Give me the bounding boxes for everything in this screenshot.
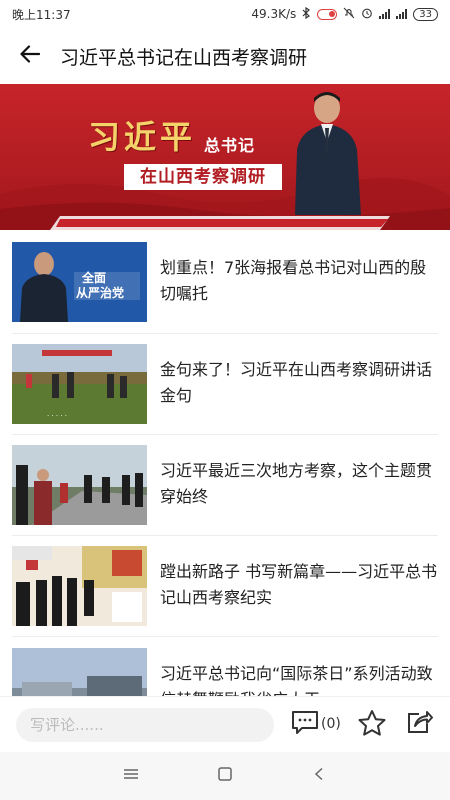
- status-icons: 49.3K/s 33: [251, 6, 438, 22]
- article-thumbnail: · · · · ·: [12, 344, 147, 424]
- article-title: 金句来了！习近平在山西考察调研讲话金句: [160, 360, 433, 405]
- favorite-button[interactable]: [357, 709, 387, 741]
- article-title: 习近平最近三次地方考察，这个主题贯穿始终: [160, 461, 433, 506]
- bluetooth-icon: [302, 6, 311, 22]
- recent-apps-button[interactable]: [123, 766, 139, 785]
- system-back-button[interactable]: [313, 766, 325, 785]
- article-title: 习近平总书记向“国际茶日”系列活动致信赫舞鞭励我省广大干: [160, 663, 433, 697]
- banner-rank: 总书记: [204, 136, 256, 155]
- share-icon: [405, 711, 433, 739]
- banner-subtitle: 在山西考察调研: [124, 164, 282, 190]
- system-nav-bar: [0, 752, 450, 800]
- comment-bar: 写评论...... (0): [0, 696, 450, 752]
- network-speed: 49.3K/s: [251, 7, 297, 21]
- leader-figure: [295, 92, 361, 215]
- arrow-left-icon: [20, 45, 41, 67]
- topic-banner: 习近平 总书记 在山西考察调研: [0, 84, 450, 230]
- article-thumbnail: [12, 445, 147, 525]
- star-icon: [357, 710, 387, 741]
- list-item[interactable]: 习近平总书记向“国际茶日”系列活动致信赫舞鞭励我省广大干: [12, 637, 438, 696]
- status-time: 晚上11:37: [12, 7, 71, 22]
- comment-icon: [290, 709, 320, 739]
- list-item[interactable]: 全面 从严治党 划重点！7张海报看总书记对山西的殷切嘱托: [12, 230, 438, 334]
- banner-name: 习近平: [88, 118, 197, 156]
- toggle-indicator-icon: [317, 8, 338, 20]
- page-title: 习近平总书记在山西考察调研: [60, 46, 308, 69]
- thumb-caption-line2: 从严治党: [76, 285, 124, 300]
- signal-2-icon: [396, 9, 408, 19]
- menu-icon: [123, 766, 139, 785]
- list-item[interactable]: 蹚出新路子 书写新篇章——习近平总书记山西考察纪实: [12, 536, 438, 637]
- signal-icon: [379, 9, 391, 19]
- top-nav-bar: 习近平总书记在山西考察调研: [0, 28, 450, 84]
- article-title: 蹚出新路子 书写新篇章——习近平总书记山西考察纪实: [160, 562, 438, 607]
- back-button[interactable]: [0, 28, 60, 84]
- banner-artwork: [0, 92, 450, 230]
- comment-count: (0): [321, 716, 341, 732]
- article-thumbnail: [12, 546, 147, 626]
- alarm-icon: [361, 7, 373, 22]
- share-button[interactable]: [405, 709, 433, 739]
- list-item[interactable]: · · · · · 金句来了！习近平在山西考察调研讲话金句: [12, 334, 438, 435]
- thumb-caption-line1: 全面: [81, 270, 106, 285]
- battery-indicator: 33: [413, 7, 438, 21]
- back-icon: [313, 766, 325, 785]
- home-button[interactable]: [217, 766, 233, 785]
- list-item[interactable]: 习近平最近三次地方考察，这个主题贯穿始终: [12, 435, 438, 536]
- article-thumbnail: 全面 从严治党: [12, 241, 147, 322]
- article-title: 划重点！7张海报看总书记对山西的殷切嘱托: [160, 257, 427, 303]
- mute-icon: [343, 7, 355, 22]
- status-bar: 晚上11:37 49.3K/s 33: [0, 0, 450, 28]
- article-list: 全面 从严治党 划重点！7张海报看总书记对山西的殷切嘱托 · · · · · 金…: [0, 230, 450, 696]
- svg-text:· · · · ·: · · · · ·: [47, 412, 67, 420]
- home-icon: [217, 766, 233, 785]
- comment-button[interactable]: (0): [290, 709, 341, 739]
- article-thumbnail: [12, 647, 147, 696]
- comment-input[interactable]: 写评论......: [16, 707, 274, 742]
